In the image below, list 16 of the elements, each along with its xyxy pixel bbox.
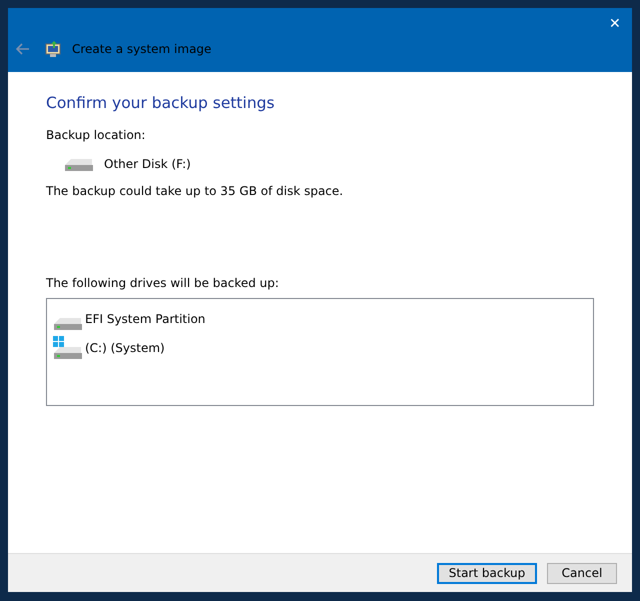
- drive-name: (C:) (System): [85, 341, 165, 355]
- start-backup-button[interactable]: Start backup: [437, 562, 537, 584]
- page-heading: Confirm your backup settings: [46, 94, 276, 112]
- cancel-button[interactable]: Cancel: [547, 562, 617, 584]
- drive-icon: [64, 156, 94, 172]
- drive-icon: [53, 336, 83, 360]
- drive-name: EFI System Partition: [85, 312, 206, 326]
- space-note: The backup could take up to 35 GB of disk space.: [46, 184, 344, 198]
- drive-icon: [53, 317, 83, 331]
- location-label: Backup location:: [46, 128, 146, 142]
- computer-backup-icon: [44, 40, 62, 58]
- drive-name: Other Disk (F:): [104, 157, 191, 171]
- back-arrow-icon[interactable]: [16, 43, 30, 55]
- window-title: Create a system image: [72, 42, 212, 56]
- close-button[interactable]: ✕: [600, 8, 630, 38]
- drives-label: The following drives will be backed up:: [46, 276, 280, 290]
